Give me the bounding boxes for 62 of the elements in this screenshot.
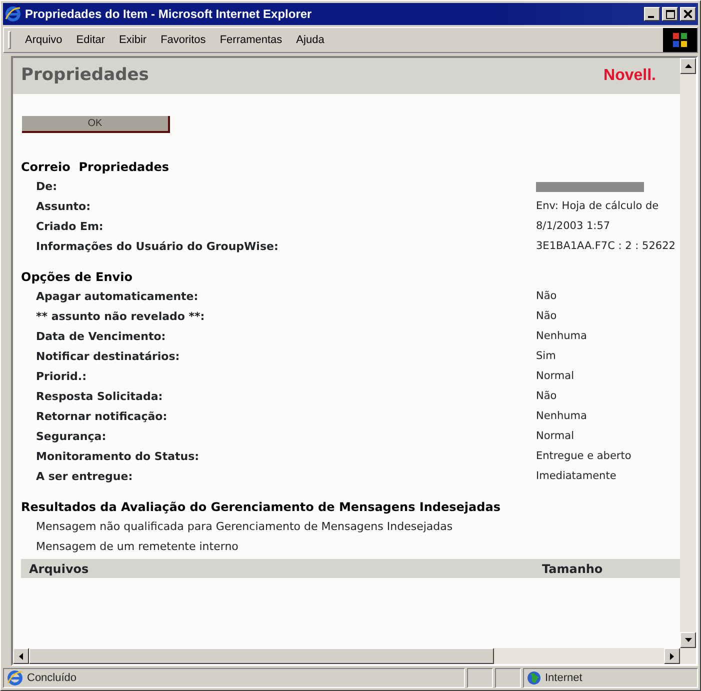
field-value: Não <box>536 389 558 404</box>
field-value: Sim <box>536 349 557 364</box>
field-label: Priorid.: <box>36 368 88 385</box>
field-label: Data de Vencimento: <box>36 328 167 345</box>
maximize-icon <box>666 10 674 18</box>
scroll-left-icon[interactable] <box>13 648 29 664</box>
menu-item[interactable]: Favoritos <box>154 32 212 48</box>
scroll-down-icon[interactable] <box>680 632 696 648</box>
windows-logo-icon <box>663 28 697 52</box>
field-value: Não <box>536 289 558 304</box>
field-label: Monitoramento do Status: <box>36 448 200 465</box>
ok-button[interactable]: OK <box>22 116 170 133</box>
field-value: Nenhuma <box>536 329 588 344</box>
menu-item[interactable]: Arquivo <box>19 32 68 48</box>
field-value: Normal <box>536 369 575 384</box>
minimize-button[interactable] <box>644 7 660 21</box>
field-label: De: <box>36 178 58 195</box>
globe-icon <box>527 671 541 685</box>
scroll-up-icon[interactable] <box>680 58 696 74</box>
scrollbar-corner <box>680 648 696 664</box>
status-pane <box>495 668 521 688</box>
field-value: Normal <box>536 429 575 444</box>
field-label: Notificar destinatários: <box>36 348 181 365</box>
field-label: Resposta Solicitada: <box>36 388 164 405</box>
field-label: Assunto: <box>36 198 92 215</box>
zone-text: Internet <box>545 670 582 686</box>
field-value: Nenhuma <box>536 409 588 424</box>
status-pane <box>467 668 493 688</box>
close-button[interactable] <box>680 7 696 21</box>
column-header: Tamanho <box>542 560 604 578</box>
field-value: 3E1BA1AA.F7C : 2 : 52622 <box>536 239 676 254</box>
section-title: Correio Propriedades <box>21 159 170 176</box>
status-text: Concluído <box>27 670 77 686</box>
field-value: Env: Hoja de cálculo de <box>536 199 660 214</box>
menu-item[interactable]: Ajuda <box>290 32 330 48</box>
result-text: Mensagem não qualificada para Gerenciamento de Mensagens Indesejadas <box>35 519 454 535</box>
field-label: Apagar automaticamente: <box>36 288 200 305</box>
field-value: Entregue e aberto <box>536 449 632 464</box>
field-label: Informações do Usuário do GroupWise: <box>36 238 280 255</box>
menu-item[interactable]: Ferramentas <box>214 32 288 48</box>
column-header: Arquivos <box>29 560 90 578</box>
section-title: Opções de Envio <box>21 269 134 286</box>
field-label: ** assunto não revelado **: <box>36 308 206 325</box>
novell-logo: Novell. <box>604 66 656 86</box>
maximize-button[interactable] <box>662 7 678 21</box>
page-heading: Propriedades <box>21 64 149 88</box>
window-title: Propriedades do Item - Microsoft Internet Explorer <box>25 6 312 23</box>
scroll-right-icon[interactable] <box>664 648 680 664</box>
ie-page-icon <box>7 670 23 686</box>
result-text: Mensagem de um remetente interno <box>35 539 240 555</box>
ie-logo-icon <box>5 6 21 22</box>
field-value: 8/1/2003 1:57 <box>536 219 612 234</box>
field-label: Retornar notificação: <box>36 408 168 425</box>
close-icon <box>684 10 692 18</box>
menu-item[interactable]: Editar <box>70 32 112 48</box>
field-label: Segurança: <box>36 428 108 445</box>
field-value: Não <box>536 309 558 324</box>
field-value: Imediatamente <box>536 469 618 484</box>
field-label: Criado Em: <box>36 218 104 235</box>
field-label: A ser entregue: <box>36 468 134 485</box>
section-title: Resultados da Avaliação do Gerenciamento de Mensagens Indesejadas <box>21 499 502 516</box>
menu-item[interactable]: Exibir <box>113 32 153 48</box>
